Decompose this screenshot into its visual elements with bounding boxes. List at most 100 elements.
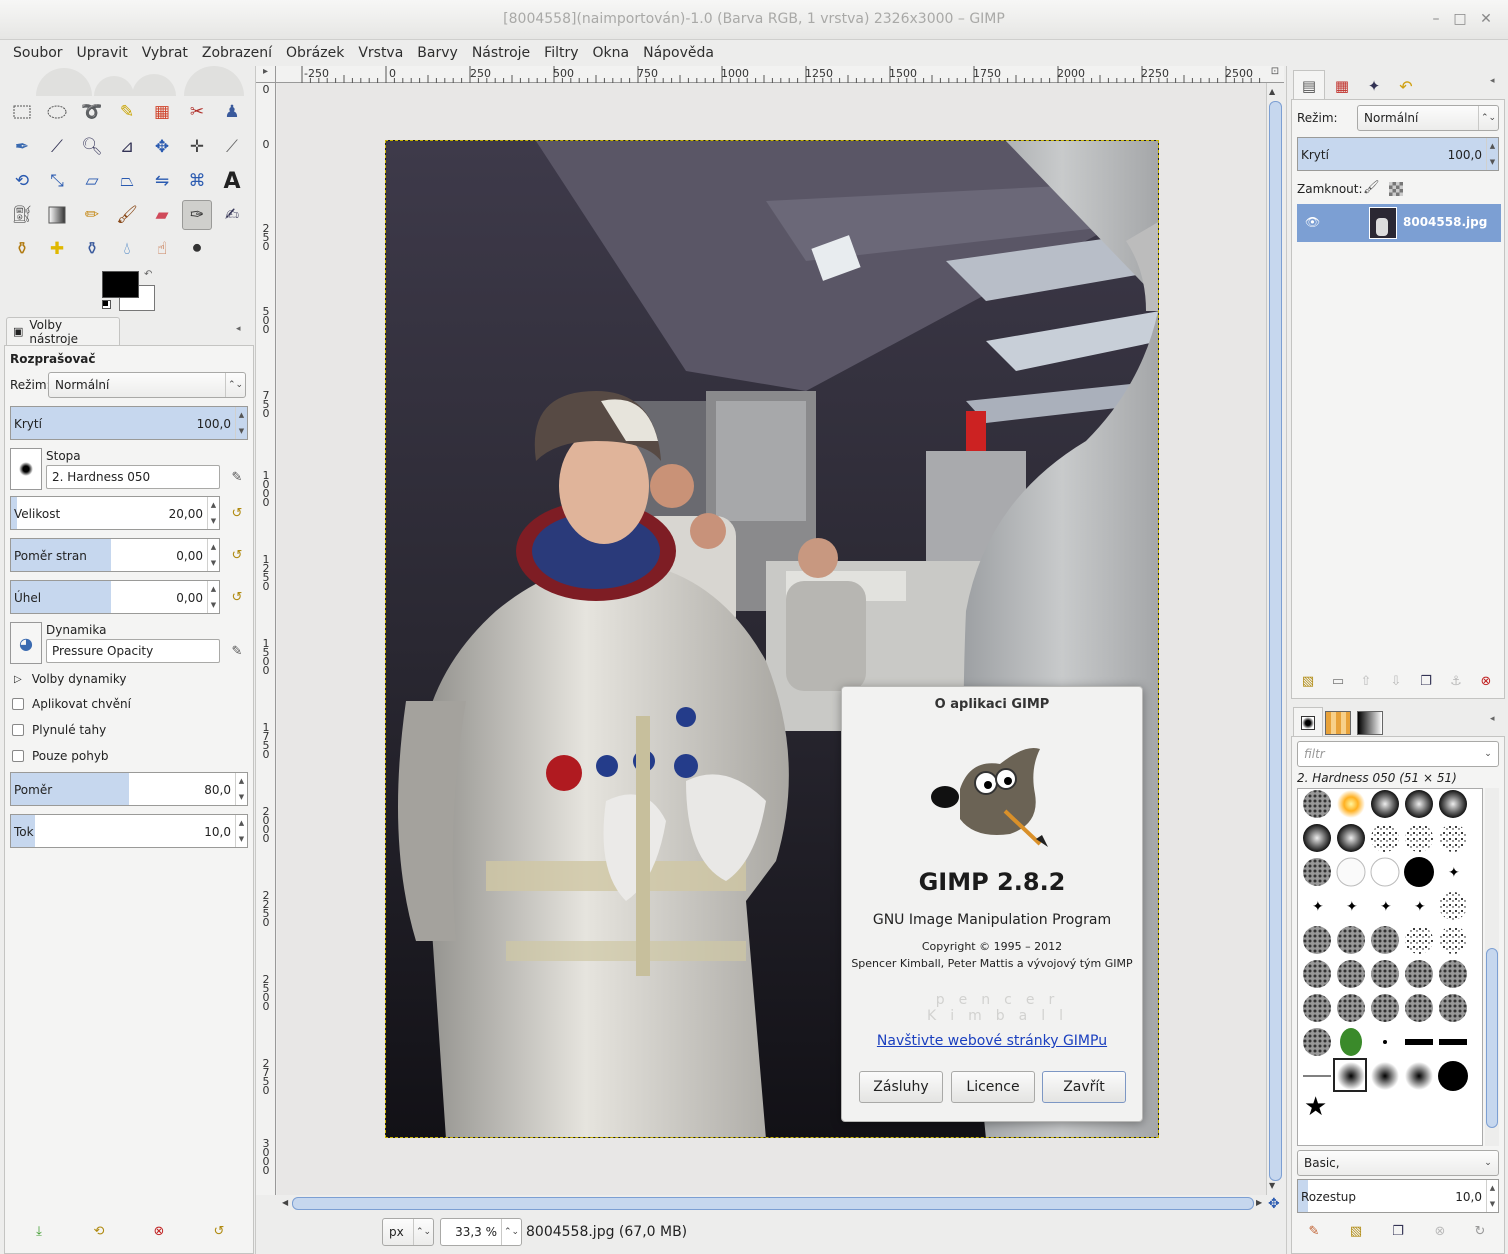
anchor-layer-icon[interactable]: ⚓︎ (1447, 672, 1465, 690)
aspect-ratio-spinner[interactable]: Poměr stran 0,00 ▲ ▼ (10, 538, 220, 572)
new-layer-icon[interactable]: ▧ (1299, 672, 1317, 690)
spin-arrows-icon[interactable]: ▲ ▼ (207, 581, 219, 613)
angle-spinner[interactable]: Úhel 0,00 ▲ ▼ (10, 580, 220, 614)
rect-select-icon[interactable] (7, 97, 37, 127)
flip-icon[interactable]: ⇋ (147, 166, 177, 196)
perspective-clone-icon[interactable]: ⚱ (77, 234, 107, 264)
ruler-left[interactable]: 0 0 250 500 750 1000 1250 1500 1750 2000… (256, 83, 276, 1195)
scale-icon[interactable]: ⤡ (42, 166, 72, 196)
spin-arrows-icon[interactable]: ▲ ▼ (235, 815, 247, 847)
menu-select[interactable]: Vybrat (142, 45, 188, 61)
crop-icon[interactable]: ⟋ (217, 132, 247, 162)
brush-scrollbar[interactable] (1485, 788, 1499, 1146)
menu-layer[interactable]: Vrstva (358, 45, 403, 61)
rate-spinner[interactable]: Poměr 80,0 ▲ ▼ (10, 772, 248, 806)
edit-brush-icon[interactable]: ✎ (1305, 1222, 1323, 1240)
shear-icon[interactable]: ▱ (77, 166, 107, 196)
pencil-icon[interactable]: ✏ (77, 200, 107, 230)
restore-options-icon[interactable]: ⟲ (90, 1222, 108, 1240)
foreground-color-swatch[interactable] (102, 271, 139, 298)
smooth-stroke-checkbox[interactable]: Plynulé tahy (12, 723, 106, 737)
visibility-eye-icon[interactable]: 👁︎ (1305, 215, 1320, 229)
license-button[interactable]: Licence (951, 1071, 1035, 1103)
lower-layer-icon[interactable]: ⇩ (1387, 672, 1405, 690)
dynamics-preview-icon[interactable]: ◕ (10, 622, 42, 664)
scroll-right-icon[interactable]: ▶ (1256, 1198, 1262, 1207)
brush-preset-combo[interactable]: Basic, ⌄ (1297, 1150, 1499, 1176)
cage-transform-icon[interactable]: ⌘ (182, 166, 212, 196)
menu-colors[interactable]: Barvy (417, 45, 458, 61)
ruler-corner-icon[interactable]: ▸ (256, 66, 276, 83)
fuzzy-select-icon[interactable]: ✎ (112, 97, 142, 127)
edit-dynamics-icon[interactable]: ✎ (228, 642, 246, 660)
brush-field[interactable]: 2. Hardness 050 (46, 465, 220, 489)
motion-only-checkbox[interactable]: Pouze pohyb (12, 749, 109, 763)
tab-layers[interactable]: ▤ (1293, 70, 1325, 100)
foreground-select-icon[interactable]: ♟ (217, 97, 247, 127)
reset-size-icon[interactable]: ↺ (228, 504, 246, 522)
apply-jitter-checkbox[interactable]: Aplikovat chvění (12, 697, 131, 711)
spin-arrows-icon[interactable]: ▲ ▼ (207, 497, 219, 529)
spin-arrows-icon[interactable]: ▲ ▼ (235, 773, 247, 805)
reset-aspect-icon[interactable]: ↺ (228, 546, 246, 564)
navigation-icon[interactable]: ✥ (1268, 1196, 1280, 1212)
scroll-down-icon[interactable]: ▼ (1269, 1181, 1275, 1190)
menu-help[interactable]: Nápověda (643, 45, 714, 61)
unit-combo[interactable]: px ⌃⌄ (382, 1218, 434, 1246)
menu-filters[interactable]: Filtry (544, 45, 578, 61)
clone-icon[interactable]: ⚱ (7, 234, 37, 264)
layer-row[interactable]: 👁︎ 8004558.jpg (1297, 204, 1501, 242)
align-icon[interactable]: ✛ (182, 132, 212, 162)
measure-icon[interactable]: ⊿ (112, 132, 142, 162)
brush-filter-combo[interactable]: filtr ⌄ (1297, 741, 1499, 767)
new-brush-icon[interactable]: ▧ (1347, 1222, 1365, 1240)
zoom-combo[interactable]: 33,3 % ⌃⌄ (440, 1218, 522, 1246)
duplicate-brush-icon[interactable]: ❐ (1389, 1222, 1407, 1240)
vertical-scrollbar[interactable]: ▲ ▼ (1266, 83, 1284, 1195)
dynamics-options-expander[interactable]: ▷ Volby dynamiky (14, 672, 127, 686)
airbrush-icon[interactable]: ✑ (182, 200, 212, 230)
maximize-icon[interactable]: □ (1450, 9, 1470, 29)
scroll-up-icon[interactable]: ▲ (1269, 87, 1275, 96)
eraser-icon[interactable]: ▰ (147, 200, 177, 230)
delete-options-icon[interactable]: ⊗ (150, 1222, 168, 1240)
ruler-top[interactable]: -250 0 250 500 750 1000 1250 1500 1750 2… (276, 66, 1266, 83)
new-layer-group-icon[interactable]: ▭ (1329, 672, 1347, 690)
bucket-fill-icon[interactable]: ⛽︎ (7, 200, 37, 230)
lock-pixels-icon[interactable]: 🖌︎ (1363, 180, 1380, 195)
tab-menu-icon[interactable]: ◂ (1490, 76, 1495, 86)
vertical-scroll-thumb[interactable] (1269, 101, 1282, 1181)
tab-patterns[interactable] (1325, 711, 1351, 735)
zoom-icon[interactable]: 🔍︎ (77, 132, 107, 162)
ink-icon[interactable]: ✍ (217, 200, 247, 230)
refresh-brushes-icon[interactable]: ↻ (1471, 1222, 1489, 1240)
lasso-icon[interactable]: ➰ (77, 97, 107, 127)
ellipse-select-icon[interactable] (42, 97, 72, 127)
menu-edit[interactable]: Upravit (77, 45, 128, 61)
layer-opacity-spinner[interactable]: Krytí 100,0 ▲ ▼ (1297, 137, 1499, 171)
tab-gradients[interactable] (1357, 711, 1383, 735)
tab-tool-options[interactable]: ▣ Volby nástroje (6, 317, 120, 346)
menu-file[interactable]: Soubor (13, 45, 63, 61)
heal-icon[interactable]: ✚ (42, 234, 72, 264)
brush-grid[interactable]: ✦ ✦ ✦ ✦ ✦ ★ (1297, 788, 1483, 1146)
rotate-icon[interactable]: ⟲ (7, 166, 37, 196)
tab-channels[interactable]: ▦ (1327, 72, 1357, 100)
layer-mode-combo[interactable]: Normální ⌃⌄ (1357, 105, 1499, 131)
spin-arrows-icon[interactable]: ▲ ▼ (1486, 138, 1498, 170)
paths-icon[interactable]: ✒ (7, 132, 37, 162)
color-picker-icon[interactable]: ⟋ (42, 132, 72, 162)
blur-icon[interactable]: 💧︎ (112, 234, 142, 264)
tab-brushes[interactable] (1293, 707, 1323, 737)
mode-combo[interactable]: Normální ⌃⌄ (48, 372, 246, 398)
spin-arrows-icon[interactable]: ▲ ▼ (1486, 1180, 1498, 1212)
default-colors-icon[interactable] (102, 300, 111, 309)
horizontal-scrollbar[interactable]: ◀ ▶ (276, 1195, 1266, 1213)
lock-alpha-icon[interactable] (1389, 182, 1403, 196)
delete-layer-icon[interactable]: ⊗ (1477, 672, 1495, 690)
save-options-icon[interactable]: ⤓ (30, 1222, 48, 1240)
navigate-icon[interactable]: ⊡ (1266, 66, 1284, 83)
horizontal-scroll-thumb[interactable] (292, 1197, 1254, 1210)
tab-menu-icon[interactable]: ◂ (1490, 714, 1495, 724)
brush-scroll-thumb[interactable] (1486, 948, 1498, 1128)
